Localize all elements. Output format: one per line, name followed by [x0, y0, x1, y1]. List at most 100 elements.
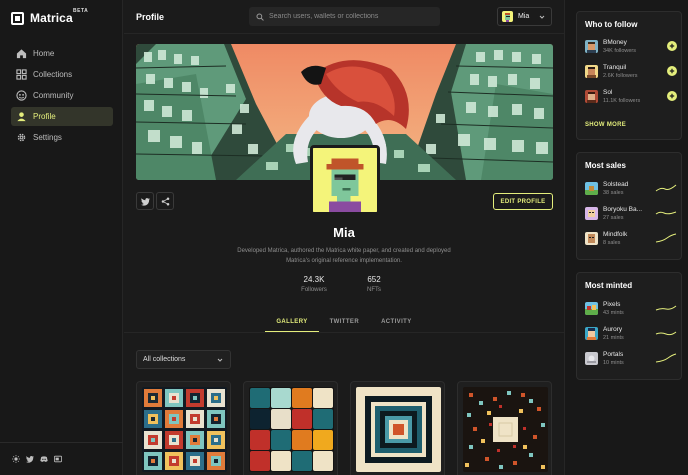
collection-row[interactable]: Boryoku Ba... 27 sales: [585, 205, 677, 225]
sun-icon[interactable]: [12, 455, 20, 463]
stat-value: 652: [367, 275, 381, 284]
sidebar-item-home[interactable]: Home: [11, 44, 113, 63]
collection-count: 38 sales: [603, 190, 624, 196]
search-box[interactable]: [249, 7, 440, 26]
collection-name: Mindfolk: [603, 231, 628, 238]
sidebar: Matrica BETA Home Collections Community …: [0, 0, 123, 475]
panel-title: Most sales: [585, 161, 626, 170]
suggestion-name: Sol: [603, 89, 613, 96]
tabs-divider: [124, 332, 564, 333]
twitter-button[interactable]: [136, 192, 154, 210]
collection-row[interactable]: Aurory 21 mints: [585, 325, 677, 345]
profile-name: Mia: [333, 225, 355, 240]
nft-image: [356, 387, 441, 472]
collection-name: Portals: [603, 351, 624, 358]
sidebar-item-label: Settings: [33, 133, 62, 142]
follow-suggestion[interactable]: Sol 11.1K followers: [585, 88, 677, 108]
sidebar-item-settings[interactable]: Settings: [11, 128, 113, 147]
tab-twitter[interactable]: TWITTER: [319, 319, 370, 331]
suggestion-followers: 11.1K followers: [603, 98, 641, 104]
sidebar-item-community[interactable]: Community: [11, 86, 113, 105]
share-button[interactable]: [156, 192, 174, 210]
follow-button[interactable]: [667, 91, 677, 101]
follow-suggestion[interactable]: Tranquil 2.6K followers: [585, 63, 677, 83]
sparkline-icon: [655, 233, 677, 243]
stat-followers[interactable]: 24.3K Followers: [284, 275, 344, 293]
plus-icon: [669, 93, 675, 99]
gear-icon: [17, 133, 26, 142]
collection-avatar: [585, 182, 598, 195]
plus-icon: [669, 68, 675, 74]
sidebar-item-label: Collections: [33, 70, 73, 79]
nft-card[interactable]: [136, 381, 231, 475]
suggestion-followers: 2.6K followers: [603, 73, 638, 79]
collections-dropdown-value: All collections: [143, 356, 186, 363]
tab-activity[interactable]: ACTIVITY: [370, 319, 423, 331]
edit-profile-button[interactable]: EDIT PROFILE: [493, 193, 553, 210]
user-icon: [17, 112, 26, 122]
follow-suggestion[interactable]: BMoney 34K followers: [585, 38, 677, 58]
show-more-link[interactable]: SHOW MORE: [585, 122, 626, 128]
user-menu[interactable]: Mia: [497, 7, 552, 26]
twitter-icon[interactable]: [26, 455, 34, 463]
sparkline-icon: [655, 184, 677, 192]
sidebar-item-profile[interactable]: Profile: [11, 107, 113, 126]
collection-avatar: [585, 302, 598, 315]
sparkline-icon: [655, 331, 677, 336]
sidebar-item-label: Profile: [33, 112, 56, 121]
sidebar-nav: Home Collections Community Profile Setti…: [11, 44, 113, 149]
avatar: [585, 40, 598, 53]
sidebar-item-collections[interactable]: Collections: [11, 65, 113, 84]
nft-image: [249, 387, 334, 472]
panel-title: Who to follow: [585, 20, 638, 29]
chevron-down-icon: [217, 358, 223, 362]
collection-count: 27 sales: [603, 215, 624, 221]
collection-row[interactable]: Solstead 38 sales: [585, 180, 677, 200]
grid-icon: [16, 69, 27, 80]
collection-avatar: [585, 352, 598, 365]
docs-icon[interactable]: [54, 455, 62, 463]
collection-row[interactable]: Pixels 43 mints: [585, 300, 677, 320]
sidebar-item-label: Home: [33, 49, 55, 58]
tab-gallery[interactable]: GALLERY: [265, 319, 319, 332]
search-input[interactable]: [269, 13, 429, 20]
collection-avatar: [585, 207, 598, 220]
follow-button[interactable]: [667, 41, 677, 51]
collections-dropdown[interactable]: All collections: [136, 350, 231, 369]
chevron-down-icon: [539, 15, 545, 19]
logo[interactable]: Matrica BETA: [11, 8, 88, 25]
suggestion-name: Tranquil: [603, 64, 627, 71]
stat-label: NFTs: [367, 287, 381, 293]
sparkline-icon: [655, 305, 677, 311]
panel-title: Most minted: [585, 281, 633, 290]
collection-name: Aurory: [603, 326, 623, 333]
matrica-logo-icon: [11, 11, 24, 25]
discord-icon[interactable]: [40, 455, 48, 463]
community-icon: [16, 90, 27, 101]
nft-card[interactable]: [243, 381, 338, 475]
profile-avatar[interactable]: [310, 145, 380, 215]
nft-image: [463, 387, 548, 472]
home-icon: [16, 49, 27, 59]
stat-nfts[interactable]: 652 NFTs: [344, 275, 404, 293]
sidebar-item-label: Community: [33, 91, 74, 100]
sidebar-footer: [0, 442, 123, 475]
beta-badge: BETA: [73, 8, 89, 14]
top-bar: Profile Mia: [124, 0, 564, 34]
follow-button[interactable]: [667, 66, 677, 76]
who-to-follow-panel: Who to follow BMoney 34K followers Tranq…: [576, 11, 682, 140]
right-sidebar: Who to follow BMoney 34K followers Tranq…: [564, 0, 688, 475]
nft-card[interactable]: [350, 381, 445, 475]
collection-avatar: [585, 232, 598, 245]
collection-avatar: [585, 327, 598, 340]
plus-icon: [669, 43, 675, 49]
collection-row[interactable]: Mindfolk 8 sales: [585, 230, 677, 250]
user-name: Mia: [518, 13, 530, 20]
most-sales-panel: Most sales Solstead 38 sales Boryoku Ba.…: [576, 152, 682, 260]
nft-gallery: [136, 381, 556, 475]
nft-card[interactable]: [457, 381, 552, 475]
collection-count: 21 mints: [603, 335, 624, 341]
profile-bio: Developed Matrica, authored the Matrica …: [237, 248, 451, 264]
collection-row[interactable]: Portals 10 mints: [585, 350, 677, 370]
suggestion-followers: 34K followers: [603, 48, 637, 54]
